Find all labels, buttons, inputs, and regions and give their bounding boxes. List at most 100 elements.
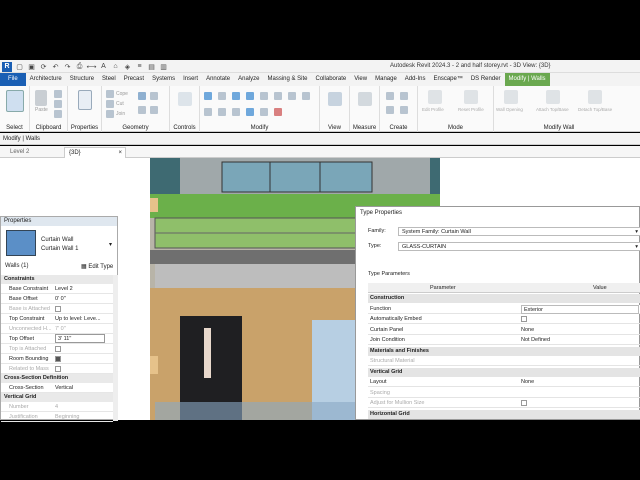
tab-analyze[interactable]: Analyze	[234, 73, 263, 86]
trim-icon[interactable]	[302, 92, 310, 100]
revit-logo[interactable]: R	[2, 61, 12, 72]
instance-filter[interactable]: Walls (1)	[5, 263, 28, 269]
property-row[interactable]: Cross-Section Vertical	[1, 383, 113, 393]
create-parts-icon[interactable]	[400, 92, 408, 100]
property-value[interactable]: Vertical	[55, 383, 73, 393]
array-icon[interactable]	[218, 108, 226, 116]
tab-enscape-[interactable]: Enscape™	[429, 73, 466, 86]
param-row[interactable]: Join Condition Not Defined	[368, 336, 640, 345]
modify-cursor-icon[interactable]	[6, 90, 24, 112]
text-icon[interactable]: A	[99, 62, 108, 71]
tab-manage[interactable]: Manage	[371, 73, 401, 86]
edit-type-button[interactable]: ▦ Edit Type	[81, 263, 113, 270]
param-section[interactable]: Vertical Grid	[368, 367, 640, 377]
move-icon[interactable]	[260, 92, 268, 100]
checkbox[interactable]	[55, 305, 61, 312]
sync-icon[interactable]: ⟳	[39, 62, 48, 71]
3d-view-icon[interactable]: ⌂	[111, 62, 120, 71]
tab-insert[interactable]: Insert	[179, 73, 202, 86]
doc-tab-level2[interactable]: Level 2	[6, 147, 33, 158]
param-value[interactable]	[521, 315, 527, 324]
param-row[interactable]: Function Exterior	[368, 304, 640, 314]
wall-opening-icon[interactable]	[504, 90, 518, 104]
param-value[interactable]: Exterior	[521, 304, 639, 314]
property-value[interactable]: Level 2	[55, 284, 73, 294]
doc-tab-3d[interactable]: {3D} ×	[64, 147, 126, 158]
offset-icon[interactable]	[218, 92, 226, 100]
scale-icon[interactable]	[232, 108, 240, 116]
checkbox[interactable]	[55, 365, 61, 372]
section-cross-section[interactable]: Cross-Section Definition	[1, 374, 113, 383]
property-value[interactable]: 0' 0"	[55, 294, 66, 304]
hide-in-view-icon[interactable]	[328, 92, 342, 106]
create-assembly-icon[interactable]	[386, 92, 394, 100]
align-icon[interactable]	[204, 92, 212, 100]
copy-icon[interactable]	[54, 100, 62, 108]
property-row[interactable]: Related to Mass	[1, 364, 113, 374]
param-section[interactable]: Horizontal Grid	[368, 409, 640, 419]
redo-icon[interactable]: ↷	[63, 62, 72, 71]
cope-icon[interactable]	[106, 90, 114, 98]
param-value[interactable]	[521, 399, 527, 408]
tab-systems[interactable]: Systems	[148, 73, 179, 86]
property-row[interactable]: Room Bounding	[1, 354, 113, 364]
measure-tool-icon[interactable]	[358, 92, 372, 106]
type-selector-chevron-icon[interactable]: ▾	[109, 241, 112, 248]
param-row[interactable]: Spacing	[368, 389, 640, 398]
property-row[interactable]: Justification Beginning	[1, 412, 113, 422]
section-constraints[interactable]: Constraints	[1, 275, 113, 284]
reset-profile-icon[interactable]	[464, 90, 478, 104]
tab-architecture[interactable]: Architecture	[26, 73, 66, 86]
type-select[interactable]: GLASS-CURTAIN ▾	[398, 242, 640, 251]
property-value[interactable]: Beginning	[55, 412, 79, 422]
delete-icon[interactable]	[274, 108, 282, 116]
tab-collaborate[interactable]: Collaborate	[312, 73, 351, 86]
checkbox[interactable]	[55, 345, 61, 352]
param-row[interactable]: Curtain Panel None	[368, 326, 640, 335]
open-icon[interactable]: ▢	[15, 62, 24, 71]
close-hidden-icon[interactable]: ▤	[147, 62, 156, 71]
undo-icon[interactable]: ↶	[51, 62, 60, 71]
property-value[interactable]	[55, 304, 61, 314]
property-value[interactable]: 3' 11"	[55, 334, 105, 343]
checkbox[interactable]	[55, 355, 61, 362]
property-row[interactable]: Base Offset 0' 0"	[1, 294, 113, 304]
property-row[interactable]: Top Constraint Up to level: Leve...	[1, 314, 113, 324]
split-icon[interactable]	[204, 108, 212, 116]
property-row[interactable]: Number 4	[1, 402, 113, 412]
checkbox[interactable]	[521, 399, 527, 406]
pin-icon[interactable]	[246, 108, 254, 116]
rotate-icon[interactable]	[288, 92, 296, 100]
mirror-axis-icon[interactable]	[232, 92, 240, 100]
split-face-icon[interactable]	[150, 92, 158, 100]
property-value[interactable]: Up to level: Leve...	[55, 314, 101, 324]
create-similar-icon[interactable]	[400, 106, 408, 114]
print-icon[interactable]: ⎙	[75, 62, 84, 71]
tab-file[interactable]: File	[0, 73, 26, 86]
switch-windows-icon[interactable]: ▥	[159, 62, 168, 71]
paint-icon[interactable]	[138, 92, 146, 100]
property-value[interactable]: 7' 0"	[55, 324, 66, 334]
demolish-icon[interactable]	[150, 106, 158, 114]
mirror-line-icon[interactable]	[246, 92, 254, 100]
tab-annotate[interactable]: Annotate	[202, 73, 234, 86]
copy-modify-icon[interactable]	[274, 92, 282, 100]
section-icon[interactable]: ◈	[123, 62, 132, 71]
property-value[interactable]	[55, 344, 61, 354]
properties-icon[interactable]	[78, 90, 92, 110]
property-value[interactable]: 4	[55, 402, 58, 412]
measure-icon[interactable]: ⟷	[86, 62, 96, 71]
property-row[interactable]: Base is Attached	[1, 304, 113, 314]
property-value[interactable]	[55, 364, 61, 374]
thin-lines-icon[interactable]: ≡	[135, 62, 144, 71]
unpin-icon[interactable]	[260, 108, 268, 116]
edit-profile-icon[interactable]	[428, 90, 442, 104]
param-value[interactable]: None	[521, 378, 534, 387]
paste-icon[interactable]	[35, 90, 47, 106]
param-row[interactable]: Adjust for Mullion Size	[368, 399, 640, 408]
checkbox[interactable]	[521, 315, 527, 322]
detach-top-base-icon[interactable]	[588, 90, 602, 104]
wall-joins-icon[interactable]	[138, 106, 146, 114]
tab-massing-site[interactable]: Massing & Site	[263, 73, 311, 86]
cut-geometry-icon[interactable]	[106, 100, 114, 108]
